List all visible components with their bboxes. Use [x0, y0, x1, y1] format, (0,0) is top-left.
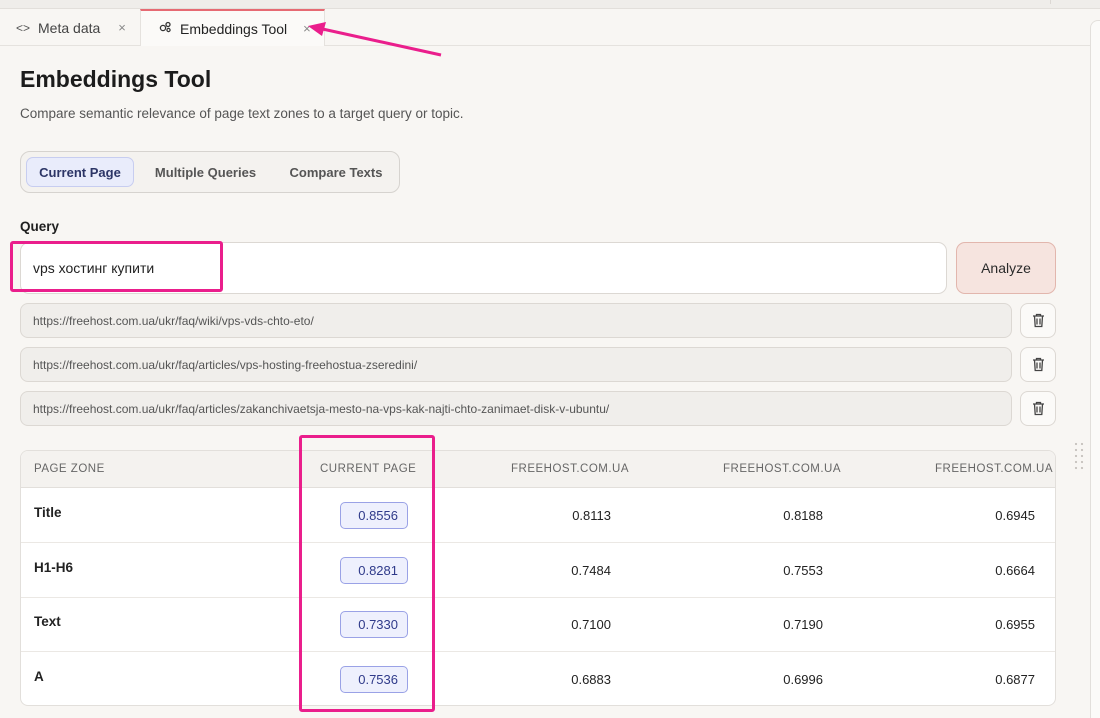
url-field[interactable]: https://freehost.com.ua/ukr/faq/wiki/vps…: [20, 303, 1012, 338]
trash-icon: [1032, 357, 1044, 372]
tab-bar: <> Meta data × Embeddings Tool ×: [0, 9, 1090, 46]
zone-cell: Title: [34, 505, 62, 520]
score-cell: 0.7484: [571, 563, 611, 578]
tab-label: Embeddings Tool: [180, 20, 288, 37]
mode-tabs: Current Page Multiple Queries Compare Te…: [20, 151, 400, 193]
window-corner: [1050, 0, 1100, 4]
score-cell: 0.8188: [783, 508, 823, 523]
score-cell: 0.6664: [995, 563, 1035, 578]
header-page-zone: PAGE ZONE: [34, 463, 105, 475]
embeddings-icon: [159, 21, 172, 36]
zone-cell: A: [34, 669, 44, 684]
table-row: Text 0.7330 0.7100 0.7190 0.6955: [21, 597, 1055, 652]
analyze-button[interactable]: Analyze: [956, 242, 1056, 294]
table-row: A 0.7536 0.6883 0.6996 0.6877: [21, 652, 1055, 705]
delete-url-button[interactable]: [1020, 347, 1056, 382]
query-input[interactable]: [20, 242, 947, 294]
score-cell: 0.7190: [783, 617, 823, 632]
trash-icon: [1032, 313, 1044, 328]
delete-url-button[interactable]: [1020, 391, 1056, 426]
header-url-2: FREEHOST.COM.UA: [723, 463, 842, 475]
delete-url-button[interactable]: [1020, 303, 1056, 338]
score-cell: 0.7553: [783, 563, 823, 578]
score-cell: 0.6945: [995, 508, 1035, 523]
window-top-strip: [0, 0, 1100, 9]
drag-handle[interactable]: [1073, 441, 1085, 473]
header-url-3: FREEHOST.COM.UA: [935, 463, 1054, 475]
page-subtitle: Compare semantic relevance of page text …: [20, 106, 464, 121]
score-cell: 0.6996: [783, 672, 823, 687]
table-row: Title 0.8556 0.8113 0.8188 0.6945: [21, 488, 1055, 543]
code-icon: <>: [16, 20, 31, 35]
query-label: Query: [20, 219, 60, 234]
score-cell: 0.6883: [571, 672, 611, 687]
zone-cell: Text: [34, 614, 61, 629]
url-field[interactable]: https://freehost.com.ua/ukr/faq/articles…: [20, 391, 1012, 426]
header-current-page: CURRENT PAGE: [320, 463, 417, 475]
close-icon[interactable]: ×: [303, 21, 311, 36]
tab-compare-texts[interactable]: Compare Texts: [279, 157, 393, 187]
zone-cell: H1-H6: [34, 560, 74, 575]
results-table: PAGE ZONE CURRENT PAGE FREEHOST.COM.UA F…: [20, 450, 1056, 706]
score-cell: 0.8113: [572, 508, 611, 523]
tab-multiple-queries[interactable]: Multiple Queries: [143, 157, 268, 187]
right-panel-edge: [1090, 20, 1100, 718]
close-icon[interactable]: ×: [118, 20, 126, 35]
header-url-1: FREEHOST.COM.UA: [511, 463, 630, 475]
current-score-badge: 0.7536: [340, 666, 408, 693]
tab-meta-data[interactable]: <> Meta data ×: [16, 9, 140, 46]
score-cell: 0.7100: [571, 617, 611, 632]
tab-label: Meta data: [38, 19, 101, 36]
page-title: Embeddings Tool: [20, 66, 212, 92]
score-cell: 0.6955: [995, 617, 1035, 632]
table-header: PAGE ZONE CURRENT PAGE FREEHOST.COM.UA F…: [21, 451, 1055, 488]
current-score-badge: 0.8556: [340, 502, 408, 529]
score-cell: 0.6877: [995, 672, 1035, 687]
tab-embeddings-tool[interactable]: Embeddings Tool ×: [140, 9, 325, 46]
table-row: H1-H6 0.8281 0.7484 0.7553 0.6664: [21, 543, 1055, 598]
tab-current-page[interactable]: Current Page: [26, 157, 134, 187]
current-score-badge: 0.7330: [340, 611, 408, 638]
current-score-badge: 0.8281: [340, 557, 408, 584]
trash-icon: [1032, 401, 1044, 416]
url-field[interactable]: https://freehost.com.ua/ukr/faq/articles…: [20, 347, 1012, 382]
